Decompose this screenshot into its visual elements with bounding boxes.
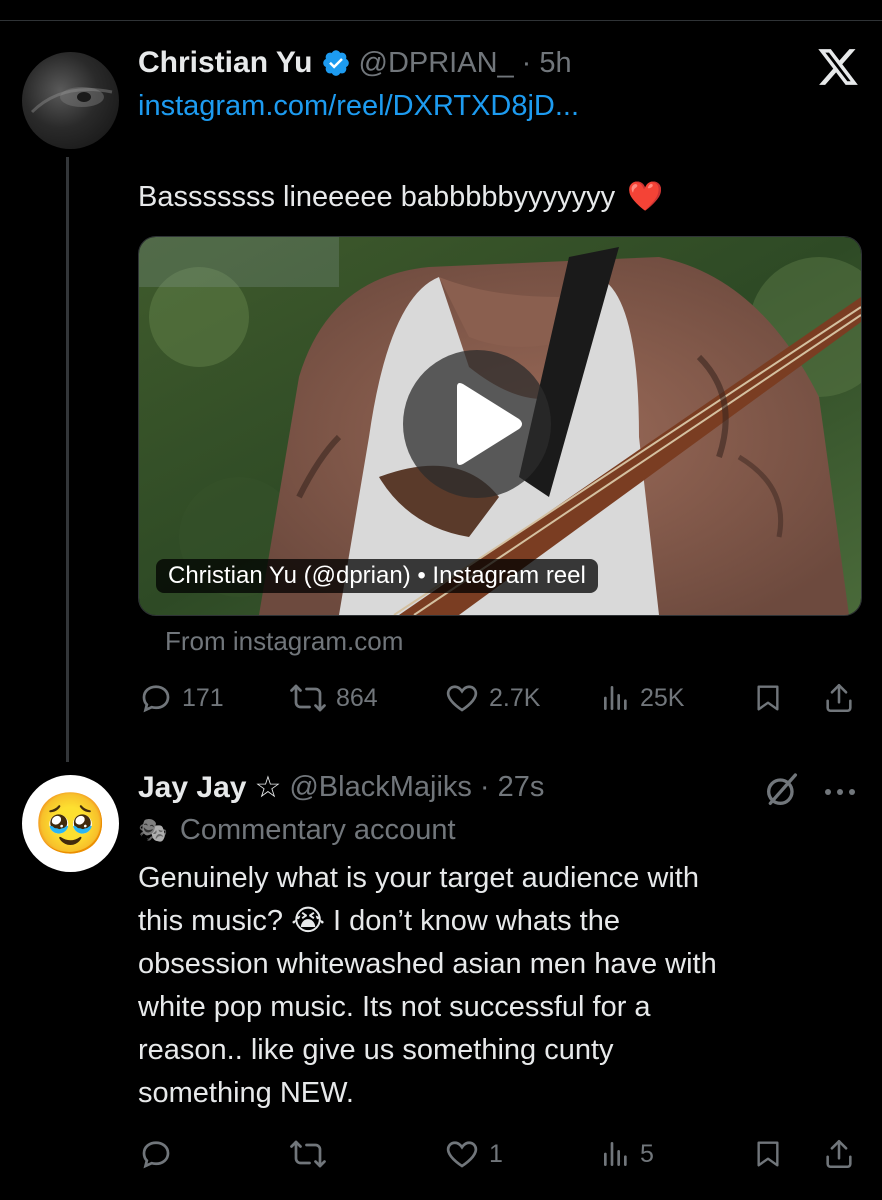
account-label: 🎭 Commentary account	[138, 814, 456, 847]
tweet-link[interactable]: instagram.com/reel/DXRTXD8jD...	[138, 90, 579, 123]
tweet-text-line: white pop music. Its not successful for …	[138, 991, 651, 1023]
like-button[interactable]: 2.7K	[443, 680, 540, 716]
bookmark-icon	[757, 685, 779, 711]
repost-icon	[290, 684, 326, 712]
repost-button[interactable]	[288, 1136, 336, 1172]
tweet-text-line: obsession whitewashed asian men have wit…	[138, 948, 717, 980]
bookmark-icon	[757, 1141, 779, 1167]
media-caption: Christian Yu (@dprian) • Instagram reel	[156, 559, 598, 593]
tweet-header: Christian Yu @DPRIAN_ · 5h	[138, 46, 572, 80]
author-handle[interactable]: @DPRIAN_	[359, 47, 514, 80]
tweet-time[interactable]: · 5h	[522, 47, 572, 80]
reply-button[interactable]	[138, 1136, 182, 1172]
heart-icon	[446, 685, 478, 712]
author-name[interactable]: Christian Yu	[138, 46, 313, 80]
thread-line	[66, 157, 69, 762]
share-button[interactable]	[822, 1136, 856, 1177]
reply-count: 171	[182, 683, 224, 712]
views-count: 5	[640, 1139, 654, 1168]
avatar[interactable]	[22, 52, 119, 149]
repost-icon	[290, 1140, 326, 1168]
media-card[interactable]: Christian Yu (@dprian) • Instagram reel	[138, 236, 862, 616]
tweet-text-line: something NEW.	[138, 1077, 354, 1109]
views-button[interactable]: 5	[600, 1136, 654, 1172]
tweet-time[interactable]: · 27s	[480, 771, 544, 804]
like-button[interactable]: 1	[443, 1136, 503, 1172]
share-button[interactable]	[822, 680, 856, 721]
reply-icon	[142, 685, 170, 713]
views-icon	[604, 686, 627, 710]
views-icon	[604, 1142, 627, 1166]
avatar-emoji: 🥹	[33, 789, 108, 857]
grok-icon[interactable]	[762, 770, 802, 815]
heart-icon	[446, 1141, 478, 1168]
share-icon	[826, 1139, 852, 1169]
bookmark-button[interactable]	[752, 680, 784, 721]
author-name[interactable]: Jay Jay	[138, 771, 246, 805]
heart-emoji: ❤️	[627, 181, 664, 213]
tweet-text-line: Genuinely what is your target audience w…	[138, 862, 699, 894]
tweet-header: Jay Jay ☆ @BlackMajiks · 27s	[138, 770, 544, 805]
tweet-text-line: this music? 😭 I don’t know whats the	[138, 905, 620, 937]
theater-masks-icon: 🎭	[138, 817, 168, 844]
x-logo-icon[interactable]	[816, 45, 860, 89]
star-symbol: ☆	[254, 771, 282, 804]
like-count: 2.7K	[489, 683, 541, 712]
repost-count: 864	[336, 683, 378, 712]
tweet-text-line: reason.. like give us something cunty	[138, 1034, 614, 1066]
share-icon	[826, 683, 852, 713]
top-divider	[0, 20, 882, 21]
verified-badge-icon[interactable]	[321, 48, 351, 78]
media-source: From instagram.com	[165, 626, 404, 656]
more-options-icon[interactable]	[822, 784, 858, 802]
avatar[interactable]: 🥹	[22, 775, 119, 872]
tweet-text: Basssssss lineeeee babbbbbyyyyyyy ❤️	[138, 176, 663, 219]
author-handle[interactable]: @BlackMajiks	[289, 771, 472, 804]
tweet-text: Genuinely what is your target audience w…	[138, 857, 717, 1115]
tweet-text-content: Basssssss lineeeee babbbbbyyyyyyy	[138, 181, 616, 213]
views-button[interactable]: 25K	[600, 680, 684, 716]
reply-button[interactable]: 171	[138, 680, 224, 716]
like-count: 1	[489, 1139, 503, 1168]
reply-icon	[142, 1141, 170, 1169]
bookmark-button[interactable]	[752, 1136, 784, 1177]
account-label-text: Commentary account	[179, 814, 456, 846]
repost-button[interactable]: 864	[288, 680, 378, 716]
views-count: 25K	[640, 683, 685, 712]
